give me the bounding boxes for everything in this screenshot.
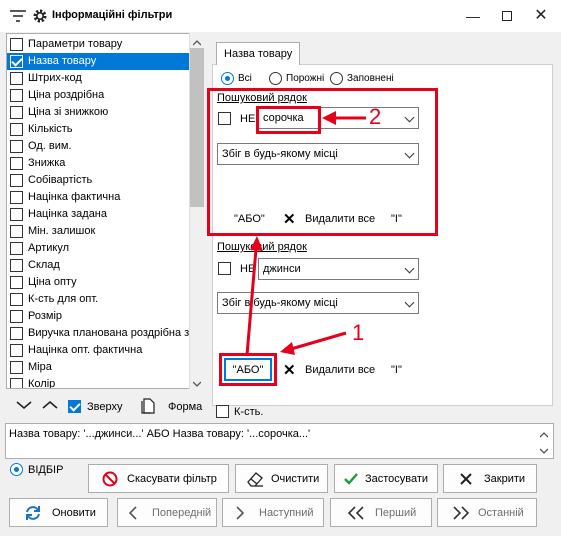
selection-mode-label: ВІДБІР <box>28 464 64 476</box>
clear-button[interactable]: Очистити <box>235 464 328 493</box>
close-button[interactable]: Закрити <box>443 464 537 493</box>
arrow-to-or-button <box>280 331 347 355</box>
count-checkbox[interactable] <box>216 405 229 418</box>
close-icon <box>460 473 472 485</box>
refresh-label: Оновити <box>52 507 96 519</box>
cancel-filter-label: Скасувати фільтр <box>127 473 217 485</box>
double-chevron-right-icon <box>453 506 470 520</box>
eraser-icon <box>247 472 263 487</box>
refresh-icon <box>26 506 40 520</box>
previous-label: Попередній <box>152 507 212 519</box>
annotation-label-2: 2 <box>369 104 382 129</box>
first-label: Перший <box>375 507 417 519</box>
double-chevron-left-icon <box>347 506 364 520</box>
chevron-right-icon <box>236 506 245 520</box>
apply-button[interactable]: Застосувати <box>334 464 438 493</box>
first-button[interactable]: Перший <box>330 498 432 527</box>
filter-expression[interactable]: Назва товару: '...джинси...' АБО Назва т… <box>5 423 554 459</box>
next-label: Наступний <box>259 507 314 519</box>
last-button[interactable]: Останній <box>437 498 537 527</box>
apply-label: Застосувати <box>365 473 429 485</box>
last-label: Останній <box>478 507 524 519</box>
refresh-button[interactable]: Оновити <box>9 498 108 527</box>
count-label: К-сть. <box>234 406 264 418</box>
arrow-to-search-value <box>322 111 366 125</box>
check-icon <box>344 473 358 485</box>
selection-mode-radio[interactable] <box>10 463 23 476</box>
cancel-filter-button[interactable]: Скасувати фільтр <box>88 464 229 493</box>
clear-label: Очистити <box>271 473 320 485</box>
previous-button[interactable]: Попередній <box>117 498 217 527</box>
close-label: Закрити <box>484 473 526 485</box>
filter-expression-text: Назва товару: '...джинси...' АБО Назва т… <box>9 428 311 440</box>
next-button[interactable]: Наступний <box>222 498 324 527</box>
arrow-or-to-block1 <box>245 236 263 356</box>
annotation-label-1: 1 <box>352 320 365 345</box>
cancel-icon <box>102 471 118 487</box>
chevron-left-icon <box>128 506 137 520</box>
expression-scroll-up-icon[interactable] <box>539 429 549 441</box>
expression-scroll-down-icon[interactable] <box>539 445 549 457</box>
